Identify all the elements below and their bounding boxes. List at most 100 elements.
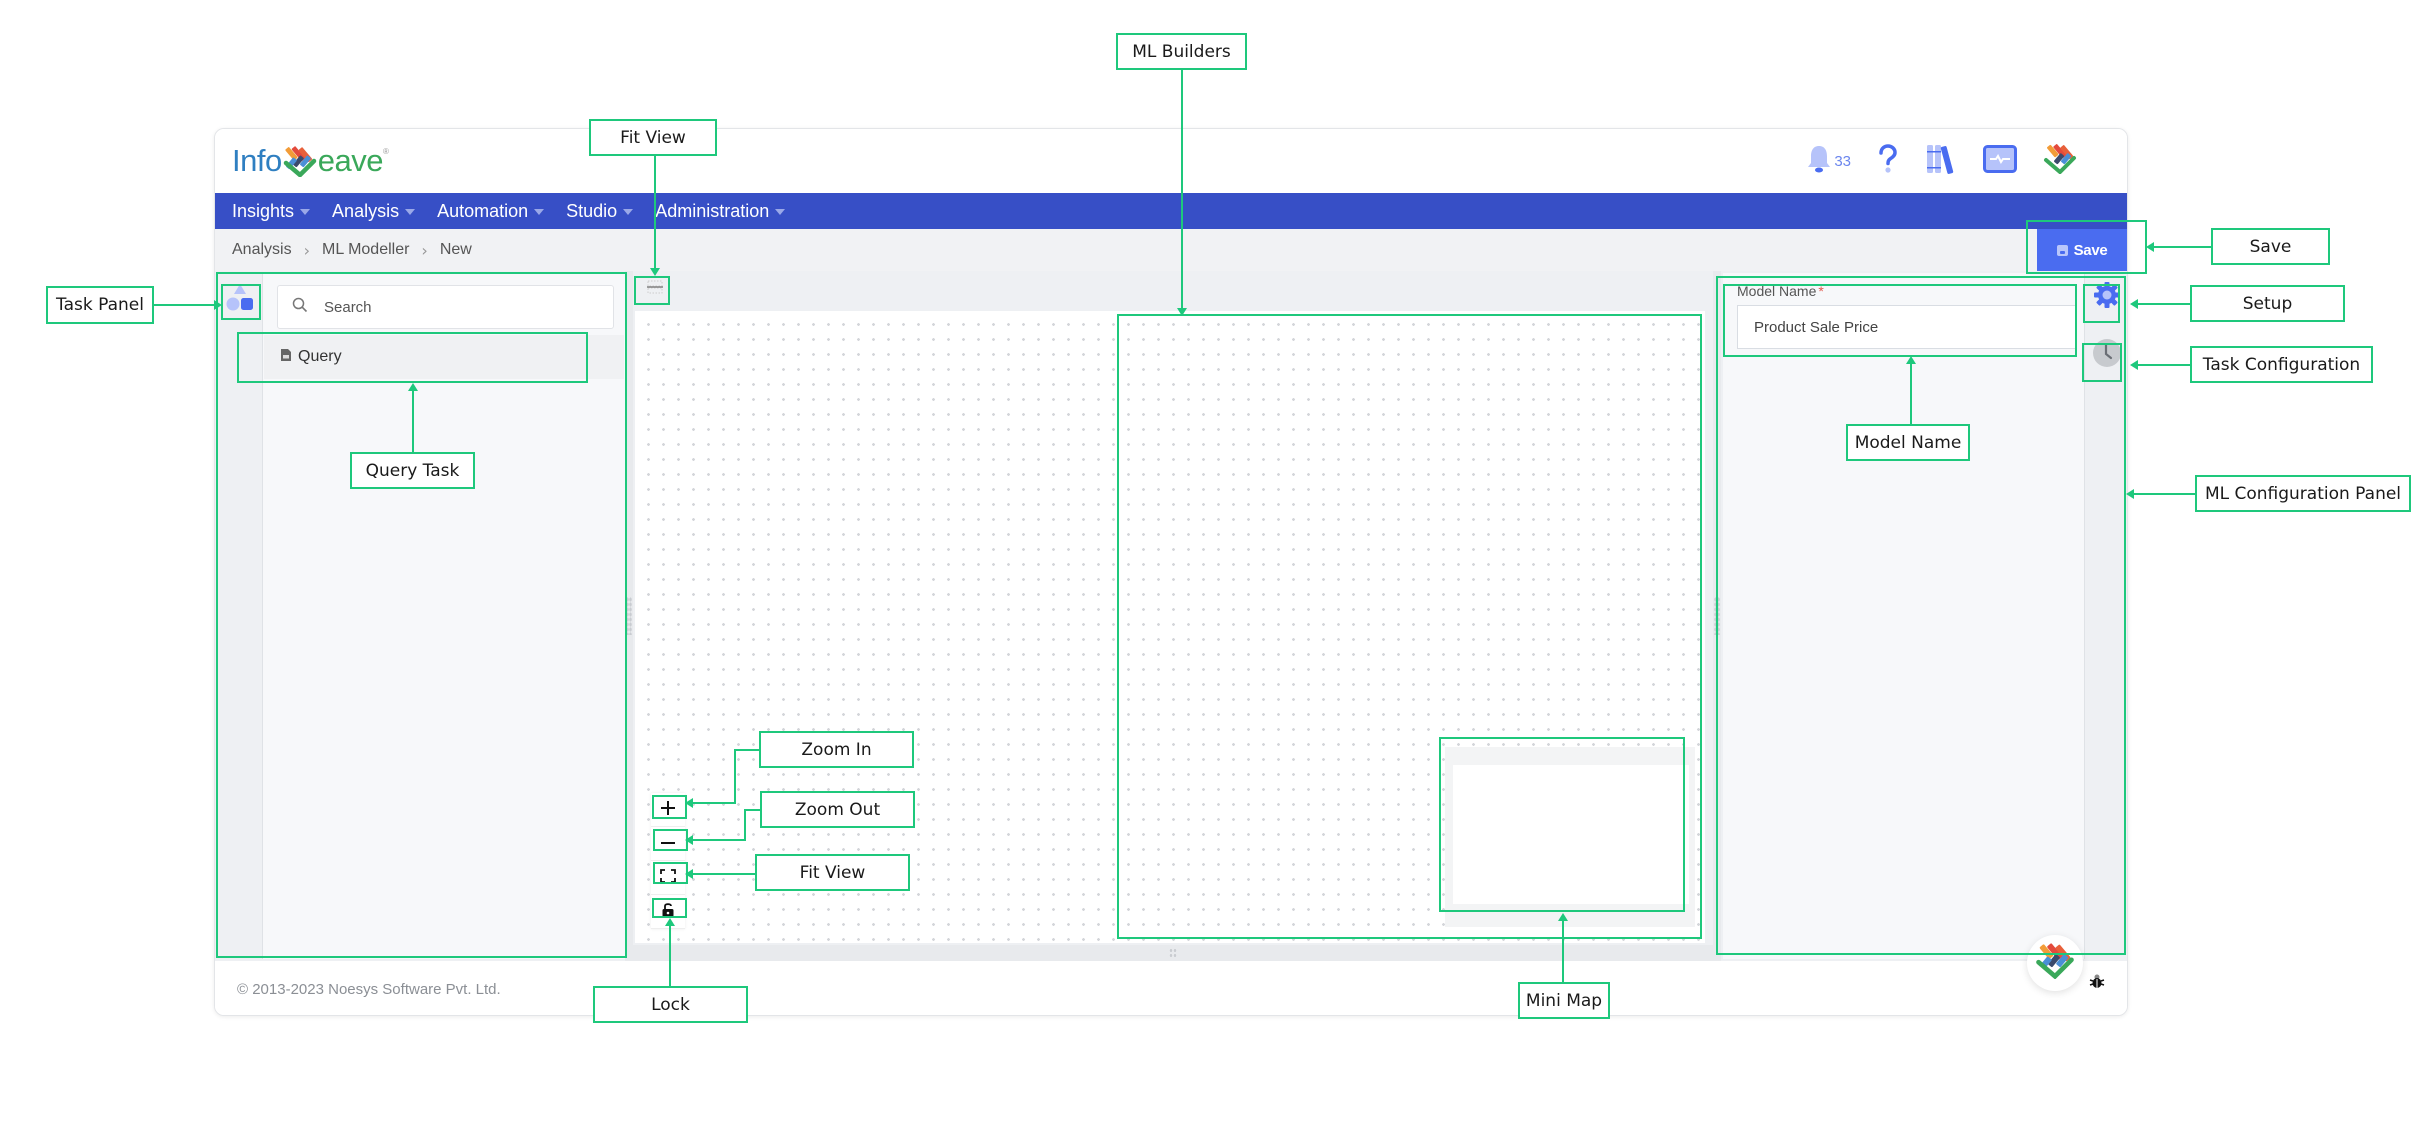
tasks-toggle-button[interactable]: [223, 281, 257, 315]
document-icon: [280, 348, 292, 367]
canvas-controls: [651, 793, 685, 929]
model-name-label-text: Model Name: [1737, 283, 1817, 299]
copyright-text: © 2013-2023 Noesys Software Pvt. Ltd.: [237, 981, 501, 998]
gear-icon: [2093, 281, 2121, 313]
ml-configuration-panel: Model Name *: [1723, 273, 2127, 959]
nav-administration[interactable]: Administration: [655, 200, 786, 222]
task-rail: [217, 273, 263, 959]
breadcrumb-new: New: [439, 241, 472, 258]
nav-label: Insights: [232, 200, 295, 221]
main-nav: Insights Analysis Automation Studio Admi…: [215, 193, 2127, 229]
fit-view-top-button[interactable]: [643, 277, 667, 301]
footer: © 2013-2023 Noesys Software Pvt. Ltd.: [215, 935, 2127, 1015]
top-bar: Info eave ® 33: [215, 129, 2127, 193]
right-resize-handle[interactable]: [1713, 271, 1721, 961]
help-icon: [1877, 144, 1899, 178]
caret-down-icon: [775, 209, 786, 215]
search-icon: [292, 297, 308, 317]
annotation-save: Save: [2211, 228, 2330, 265]
annotation-setup: Setup: [2190, 285, 2345, 322]
ml-builder-canvas[interactable]: [635, 311, 1705, 943]
shapes-icon: [223, 284, 257, 319]
save-label: Save: [2073, 241, 2108, 259]
annotation-ml-configuration-panel: ML Configuration Panel: [2195, 475, 2411, 512]
notifications-button[interactable]: 33: [1806, 144, 1851, 178]
left-resize-handle[interactable]: [625, 271, 633, 961]
annotation-fit-view-top: Fit View: [589, 119, 717, 156]
fit-view-icon: [646, 279, 664, 299]
annotation-lock: Lock: [593, 986, 748, 1023]
fit-view-button[interactable]: [651, 861, 685, 895]
config-body: Model Name *: [1723, 273, 2085, 959]
nav-label: Studio: [566, 200, 618, 221]
task-search-input[interactable]: [324, 298, 594, 316]
nav-studio[interactable]: Studio: [566, 200, 634, 222]
annotation-ml-builders: ML Builders: [1116, 33, 1247, 70]
annotation-task-configuration: Task Configuration: [2190, 346, 2373, 383]
grip-icon: [1169, 948, 1177, 958]
chevron-right-icon: ›: [303, 240, 310, 260]
monitor-icon: [1983, 145, 2017, 177]
unlock-icon: [661, 902, 675, 922]
bottom-resize-handle[interactable]: [633, 945, 1713, 961]
breadcrumb-ml-modeller[interactable]: ML Modeller: [322, 241, 409, 259]
save-icon: [2056, 244, 2068, 256]
caret-down-icon: [300, 209, 311, 215]
task-panel: Query: [217, 273, 625, 959]
logo-suffix: eave: [317, 143, 384, 178]
infoveave-mark-icon: [2043, 144, 2077, 178]
nav-label: Administration: [655, 200, 770, 221]
annotation-mini-map: Mini Map: [1518, 982, 1610, 1019]
grip-icon: [1714, 597, 1720, 635]
annotation-fit-view: Fit View: [755, 854, 910, 891]
grip-icon: [626, 597, 632, 635]
task-configuration-button[interactable]: [2091, 339, 2123, 371]
caret-down-icon: [534, 209, 545, 215]
bell-icon: [1806, 144, 1832, 178]
bug-icon: [2089, 974, 2105, 993]
mini-map-viewport[interactable]: [1453, 765, 1689, 904]
breadcrumb-analysis[interactable]: Analysis: [232, 241, 292, 259]
breadcrumb: Analysis › ML Modeller › New: [215, 229, 2127, 271]
clock-icon: [2092, 338, 2122, 372]
notification-count: 33: [1834, 152, 1851, 170]
nav-automation[interactable]: Automation: [437, 201, 545, 222]
nav-analysis[interactable]: Analysis: [332, 200, 416, 222]
nav-label: Analysis: [332, 200, 400, 221]
canvas-toolbar: [633, 271, 1713, 311]
report-bug-button[interactable]: [2089, 973, 2105, 993]
annotation-model-name: Model Name: [1846, 424, 1970, 461]
zoom-out-button[interactable]: [651, 827, 685, 861]
annotation-zoom-in: Zoom In: [759, 731, 914, 768]
infoveave-assistant-button[interactable]: [2027, 935, 2083, 991]
library-icon: [1925, 143, 1957, 179]
chevron-right-icon: ›: [421, 240, 428, 260]
infoveave-mark-icon: [2035, 943, 2075, 983]
library-button[interactable]: [1925, 143, 1957, 179]
save-button[interactable]: Save: [2037, 229, 2127, 271]
lock-button[interactable]: [651, 895, 685, 929]
nav-insights[interactable]: Insights: [232, 200, 311, 222]
required-mark: *: [1818, 283, 1824, 299]
model-name-label: Model Name *: [1737, 283, 1824, 299]
caret-down-icon: [623, 209, 634, 215]
annotation-task-panel: Task Panel: [46, 286, 154, 324]
task-item-query[interactable]: Query: [264, 335, 624, 379]
model-name-input[interactable]: [1737, 305, 2077, 349]
task-search[interactable]: [277, 285, 614, 329]
zoom-in-button[interactable]: [651, 793, 685, 827]
annotation-zoom-out: Zoom Out: [760, 791, 915, 828]
mini-map[interactable]: [1445, 747, 1695, 927]
minus-icon: [660, 834, 676, 854]
monitor-button[interactable]: [1983, 145, 2017, 177]
help-button[interactable]: [1877, 144, 1899, 178]
setup-button[interactable]: [2091, 281, 2123, 313]
annotation-query-task: Query Task: [350, 452, 475, 489]
top-icons: 33: [1806, 143, 2077, 179]
config-rail: [2085, 273, 2127, 959]
infoveave-menu-button[interactable]: [2043, 144, 2077, 178]
infoveave-logo[interactable]: Info eave ®: [232, 143, 389, 179]
app-window: Info eave ® 33 Insights Analysis Automat…: [214, 128, 2128, 1016]
workspace: Query: [215, 271, 2127, 961]
fit-view-icon: [660, 868, 676, 887]
